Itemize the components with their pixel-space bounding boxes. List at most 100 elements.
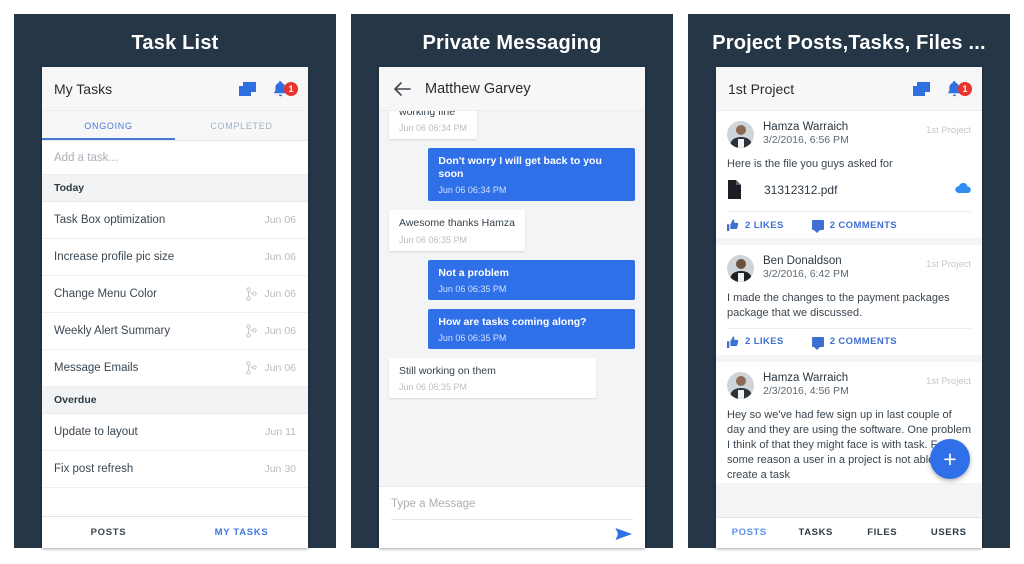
screenshot-root: Task List My Tasks 1 ONGOING COMPLETED A… (0, 0, 1024, 564)
post-text: Here is the file you guys asked for (727, 158, 893, 170)
post-feed[interactable]: Hamza Warraich 3/2/2016, 6:56 PM 1st Pro… (716, 111, 982, 517)
bell-icon[interactable]: 1 (272, 80, 298, 98)
post-header: Hamza Warraich 2/3/2016, 4:56 PM 1st Pro… (727, 371, 971, 399)
post-meta: Hamza Warraich 2/3/2016, 4:56 PM (763, 372, 926, 397)
task-date: Jun 06 (264, 362, 296, 374)
post-time: 3/2/2016, 6:42 PM (763, 268, 849, 281)
task-name: Weekly Alert Summary (54, 325, 171, 337)
chat-icon[interactable] (239, 81, 256, 96)
tab-users[interactable]: USERS (916, 518, 983, 548)
chat-icon[interactable] (913, 81, 930, 96)
task-date: Jun 06 (264, 251, 296, 263)
task-name: Task Box optimization (54, 214, 166, 226)
file-attachment[interactable]: 31312312.pdf (727, 180, 971, 205)
message-input[interactable]: Type a Message (391, 498, 633, 520)
appbar-icons: 1 (913, 80, 972, 98)
list-item[interactable]: Ben Donaldson 3/2/2016, 6:42 PM 1st Proj… (716, 245, 982, 355)
appbar-icons: 1 (239, 80, 298, 98)
phone-screen-project: 1st Project 1 Hamza Warraich 3/2/2016, 6… (716, 67, 982, 548)
task-tabs: ONGOING COMPLETED (42, 111, 308, 141)
message-time: Jun 06 06:34 PM (438, 185, 507, 196)
panel-title-task-list: Task List (131, 32, 219, 54)
task-meta: Jun 06 (246, 361, 296, 375)
message-text: Not a problem (438, 266, 509, 279)
list-item[interactable]: Hamza Warraich 3/2/2016, 6:56 PM 1st Pro… (716, 111, 982, 239)
message-text: Don't worry I will get back to you soon (438, 155, 602, 181)
tab-underline (42, 137, 175, 140)
appbar-project: 1st Project 1 (716, 67, 982, 111)
message-composer: Type a Message (379, 486, 645, 548)
task-date: Jun 30 (264, 463, 296, 475)
post-time: 2/3/2016, 4:56 PM (763, 384, 849, 397)
table-row[interactable]: Update to layout Jun 11 (42, 414, 308, 451)
avatar (727, 255, 754, 283)
task-list[interactable]: Today Task Box optimization Jun 06 Incre… (42, 175, 308, 516)
add-task-input[interactable]: Add a task... (42, 141, 308, 175)
send-icon[interactable] (615, 527, 633, 541)
list-item[interactable]: Still working on them Jun 06 06:35 PM (389, 357, 596, 398)
task-meta: Jun 11 (265, 426, 296, 438)
list-item[interactable]: Not a problem Jun 06 06:35 PM (428, 259, 635, 300)
appbar-title: My Tasks (54, 80, 113, 97)
project-tabbar: POSTS TASKS FILES USERS (716, 517, 982, 548)
tab-tasks[interactable]: TASKS (783, 518, 850, 548)
avatar (727, 121, 754, 148)
file-name: 31312312.pdf (764, 182, 838, 197)
task-name: Message Emails (54, 362, 139, 374)
notification-badge: 1 (284, 81, 298, 96)
post-meta: Ben Donaldson 3/2/2016, 6:42 PM (763, 255, 926, 280)
panel-title-project-posts: Project Posts,Tasks, Files ... (712, 32, 986, 54)
table-row[interactable]: Fix post refresh Jun 30 (42, 451, 308, 488)
comment-count: 2 COMMENTS (829, 219, 898, 231)
task-meta: Jun 06 (246, 324, 296, 338)
appbar-conversation: Matthew Garvey (379, 67, 645, 111)
table-row[interactable]: Increase profile pic size Jun 06 (42, 239, 308, 276)
conversation-title: Matthew Garvey (425, 80, 531, 97)
tab-posts[interactable]: POSTS (716, 518, 783, 548)
list-item[interactable]: Awesome thanks Hamza Jun 06 06:35 PM (389, 210, 525, 251)
post-author: Hamza Warraich (763, 371, 849, 384)
cloud-download-icon[interactable] (955, 181, 971, 199)
list-item[interactable]: working fine Jun 06 06:34 PM (389, 111, 478, 140)
post-author: Ben Donaldson (763, 255, 842, 268)
task-name: Update to layout (54, 426, 138, 438)
table-row[interactable]: Task Box optimization Jun 06 (42, 202, 308, 239)
nav-item-my-tasks[interactable]: MY TASKS (175, 517, 308, 548)
message-time: Jun 06 06:34 PM (399, 123, 468, 134)
appbar-my-tasks: My Tasks 1 (42, 67, 308, 111)
like-count: 2 LIKES (745, 219, 784, 231)
table-row[interactable]: Change Menu Color Jun 06 (42, 276, 308, 313)
like-action[interactable]: 2 LIKES (727, 335, 784, 348)
composer-actions (391, 520, 633, 541)
list-item[interactable]: Don't worry I will get back to you soon … (428, 148, 635, 202)
add-post-button[interactable]: + (930, 439, 970, 479)
message-time: Jun 06 06:35 PM (399, 234, 468, 245)
tab-ongoing[interactable]: ONGOING (42, 111, 175, 140)
like-action[interactable]: 2 LIKES (727, 219, 784, 232)
subtask-branch-icon (246, 324, 258, 338)
nav-item-posts[interactable]: POSTS (42, 517, 175, 548)
task-name: Increase profile pic size (54, 251, 175, 263)
back-arrow-icon[interactable] (391, 78, 413, 100)
like-count: 2 LIKES (745, 336, 784, 348)
table-row[interactable]: Weekly Alert Summary Jun 06 (42, 313, 308, 350)
task-name: Change Menu Color (54, 288, 157, 300)
group-header-overdue: Overdue (42, 387, 308, 414)
comment-action[interactable]: 2 COMMENTS (811, 219, 898, 234)
message-text: Still working on them (399, 364, 496, 377)
post-author: Hamza Warraich (763, 121, 849, 133)
task-name: Fix post refresh (54, 463, 134, 475)
post-text: I made the changes to the payment packag… (727, 292, 950, 320)
tab-files[interactable]: FILES (849, 518, 916, 548)
post-project-tag: 1st Project (926, 125, 971, 136)
comment-action[interactable]: 2 COMMENTS (811, 336, 897, 350)
message-text: working fine (399, 111, 456, 118)
post-actions: 2 LIKES 2 COMMENTS (727, 211, 971, 238)
task-date: Jun 06 (264, 325, 296, 337)
bell-icon[interactable]: 1 (946, 80, 972, 98)
table-row[interactable]: Message Emails Jun 06 (42, 350, 308, 387)
task-date: Jun 11 (265, 426, 296, 438)
list-item[interactable]: How are tasks coming along? Jun 06 06:35… (428, 308, 635, 349)
tab-completed[interactable]: COMPLETED (175, 111, 308, 140)
message-list[interactable]: working fine Jun 06 06:34 PM Don't worry… (379, 111, 645, 486)
